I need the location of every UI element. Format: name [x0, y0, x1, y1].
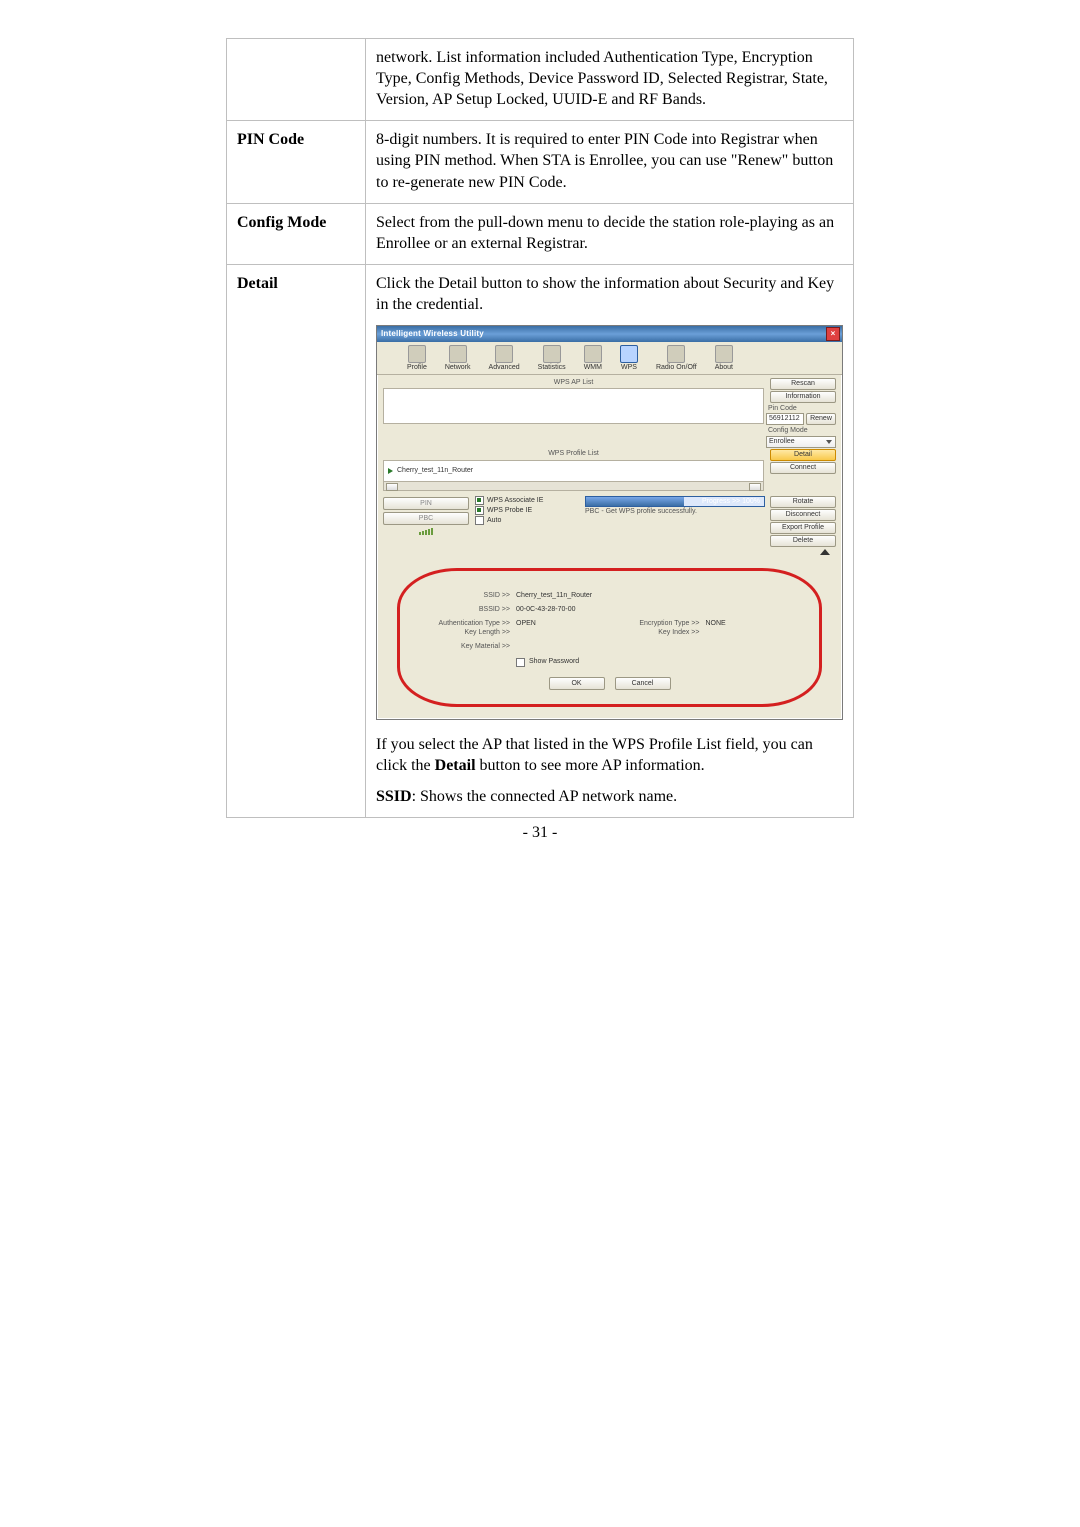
tab-wmm[interactable]: WMM: [584, 345, 602, 372]
detail-auth: OPEN: [516, 620, 600, 629]
radio-icon: [667, 345, 685, 363]
tab-statistics[interactable]: Statistics: [538, 345, 566, 372]
page-number: - 31 -: [0, 824, 1080, 842]
wps-associate-checkbox[interactable]: [475, 496, 484, 505]
window-title: Intelligent Wireless Utility: [381, 330, 484, 339]
tab-radio[interactable]: Radio On/Off: [656, 345, 697, 372]
row-desc: Select from the pull-down menu to decide…: [366, 203, 854, 264]
auto-checkbox[interactable]: [475, 516, 484, 525]
rescan-button[interactable]: Rescan: [770, 378, 836, 390]
signal-bars-icon: [383, 525, 469, 535]
row-desc: Click the Detail button to show the info…: [366, 264, 854, 817]
toolbar: Profile Network Advanced Statistics WMM …: [377, 342, 842, 375]
row-label: PIN Code: [227, 121, 366, 203]
configmode-select[interactable]: Enrollee: [766, 436, 836, 448]
disconnect-button[interactable]: Disconnect: [770, 509, 836, 521]
profile-icon: [408, 345, 426, 363]
wps-probe-checkbox[interactable]: [475, 506, 484, 515]
wps-ap-list-title: WPS AP List: [383, 379, 764, 387]
window-titlebar: Intelligent Wireless Utility ×: [377, 326, 842, 342]
delete-button[interactable]: Delete: [770, 535, 836, 547]
table-row: Detail Click the Detail button to show t…: [227, 264, 854, 817]
wireless-utility-screenshot: Intelligent Wireless Utility × Profile N…: [376, 325, 843, 720]
detail-intro: Click the Detail button to show the info…: [376, 273, 843, 315]
network-icon: [449, 345, 467, 363]
close-icon[interactable]: ×: [826, 327, 840, 341]
wps-ap-list[interactable]: [383, 388, 764, 424]
table-row: Config Mode Select from the pull-down me…: [227, 203, 854, 264]
row-label: [227, 39, 366, 121]
pin-button[interactable]: PIN: [383, 497, 469, 510]
wmm-icon: [584, 345, 602, 363]
detail-after-text: If you select the AP that listed in the …: [376, 734, 843, 776]
document-page: network. List information included Authe…: [0, 0, 1080, 1527]
tab-profile[interactable]: Profile: [407, 345, 427, 372]
detail-keylen: [516, 629, 600, 638]
advanced-icon: [495, 345, 513, 363]
show-password-checkbox[interactable]: [516, 658, 525, 667]
tab-wps[interactable]: WPS: [620, 345, 638, 372]
renew-button[interactable]: Renew: [806, 413, 836, 425]
detail-bssid: 00-0C-43-28-70-00: [516, 606, 799, 615]
pincode-label: Pin Code: [766, 405, 836, 413]
detail-keymat: [516, 643, 799, 652]
detail-ssid: Cherry_test_11n_Router: [516, 592, 799, 601]
detail-button[interactable]: Detail: [770, 449, 836, 461]
progress-status: PBC - Get WPS profile successfully.: [585, 508, 765, 516]
wps-profile-list-title: WPS Profile List: [383, 450, 764, 458]
row-label: Config Mode: [227, 203, 366, 264]
detail-ssid-text: SSID: Shows the connected AP network nam…: [376, 786, 843, 807]
table-row: network. List information included Authe…: [227, 39, 854, 121]
statistics-icon: [543, 345, 561, 363]
h-scrollbar[interactable]: [383, 482, 764, 491]
profile-entry: Cherry_test_11n_Router: [397, 467, 473, 475]
pincode-value: 56912112: [766, 413, 804, 425]
row-label: Detail: [227, 264, 366, 817]
pbc-button[interactable]: PBC: [383, 512, 469, 525]
export-profile-button[interactable]: Export Profile: [770, 522, 836, 534]
tab-advanced[interactable]: Advanced: [489, 345, 520, 372]
definition-table: network. List information included Authe…: [226, 38, 854, 818]
cancel-button[interactable]: Cancel: [615, 677, 671, 690]
connect-button[interactable]: Connect: [770, 462, 836, 474]
detail-panel: SSID >>Cherry_test_11n_Router BSSID >>00…: [397, 568, 822, 707]
row-desc: 8-digit numbers. It is required to enter…: [366, 121, 854, 203]
tab-about[interactable]: About: [715, 345, 733, 372]
about-icon: [715, 345, 733, 363]
tab-network[interactable]: Network: [445, 345, 471, 372]
ok-button[interactable]: OK: [549, 677, 605, 690]
wps-icon: [620, 345, 638, 363]
table-row: PIN Code 8-digit numbers. It is required…: [227, 121, 854, 203]
rotate-button[interactable]: Rotate: [770, 496, 836, 508]
configmode-label: Config Mode: [766, 427, 836, 435]
collapse-arrow-icon[interactable]: [383, 549, 836, 558]
row-desc: network. List information included Authe…: [366, 39, 854, 121]
progress-bar: Progress >> 100%: [585, 496, 765, 507]
wps-profile-list[interactable]: Cherry_test_11n_Router: [383, 460, 764, 482]
detail-enc: NONE: [706, 620, 800, 629]
active-indicator-icon: [388, 468, 393, 474]
detail-keyidx: [706, 629, 800, 638]
information-button[interactable]: Information: [770, 391, 836, 403]
